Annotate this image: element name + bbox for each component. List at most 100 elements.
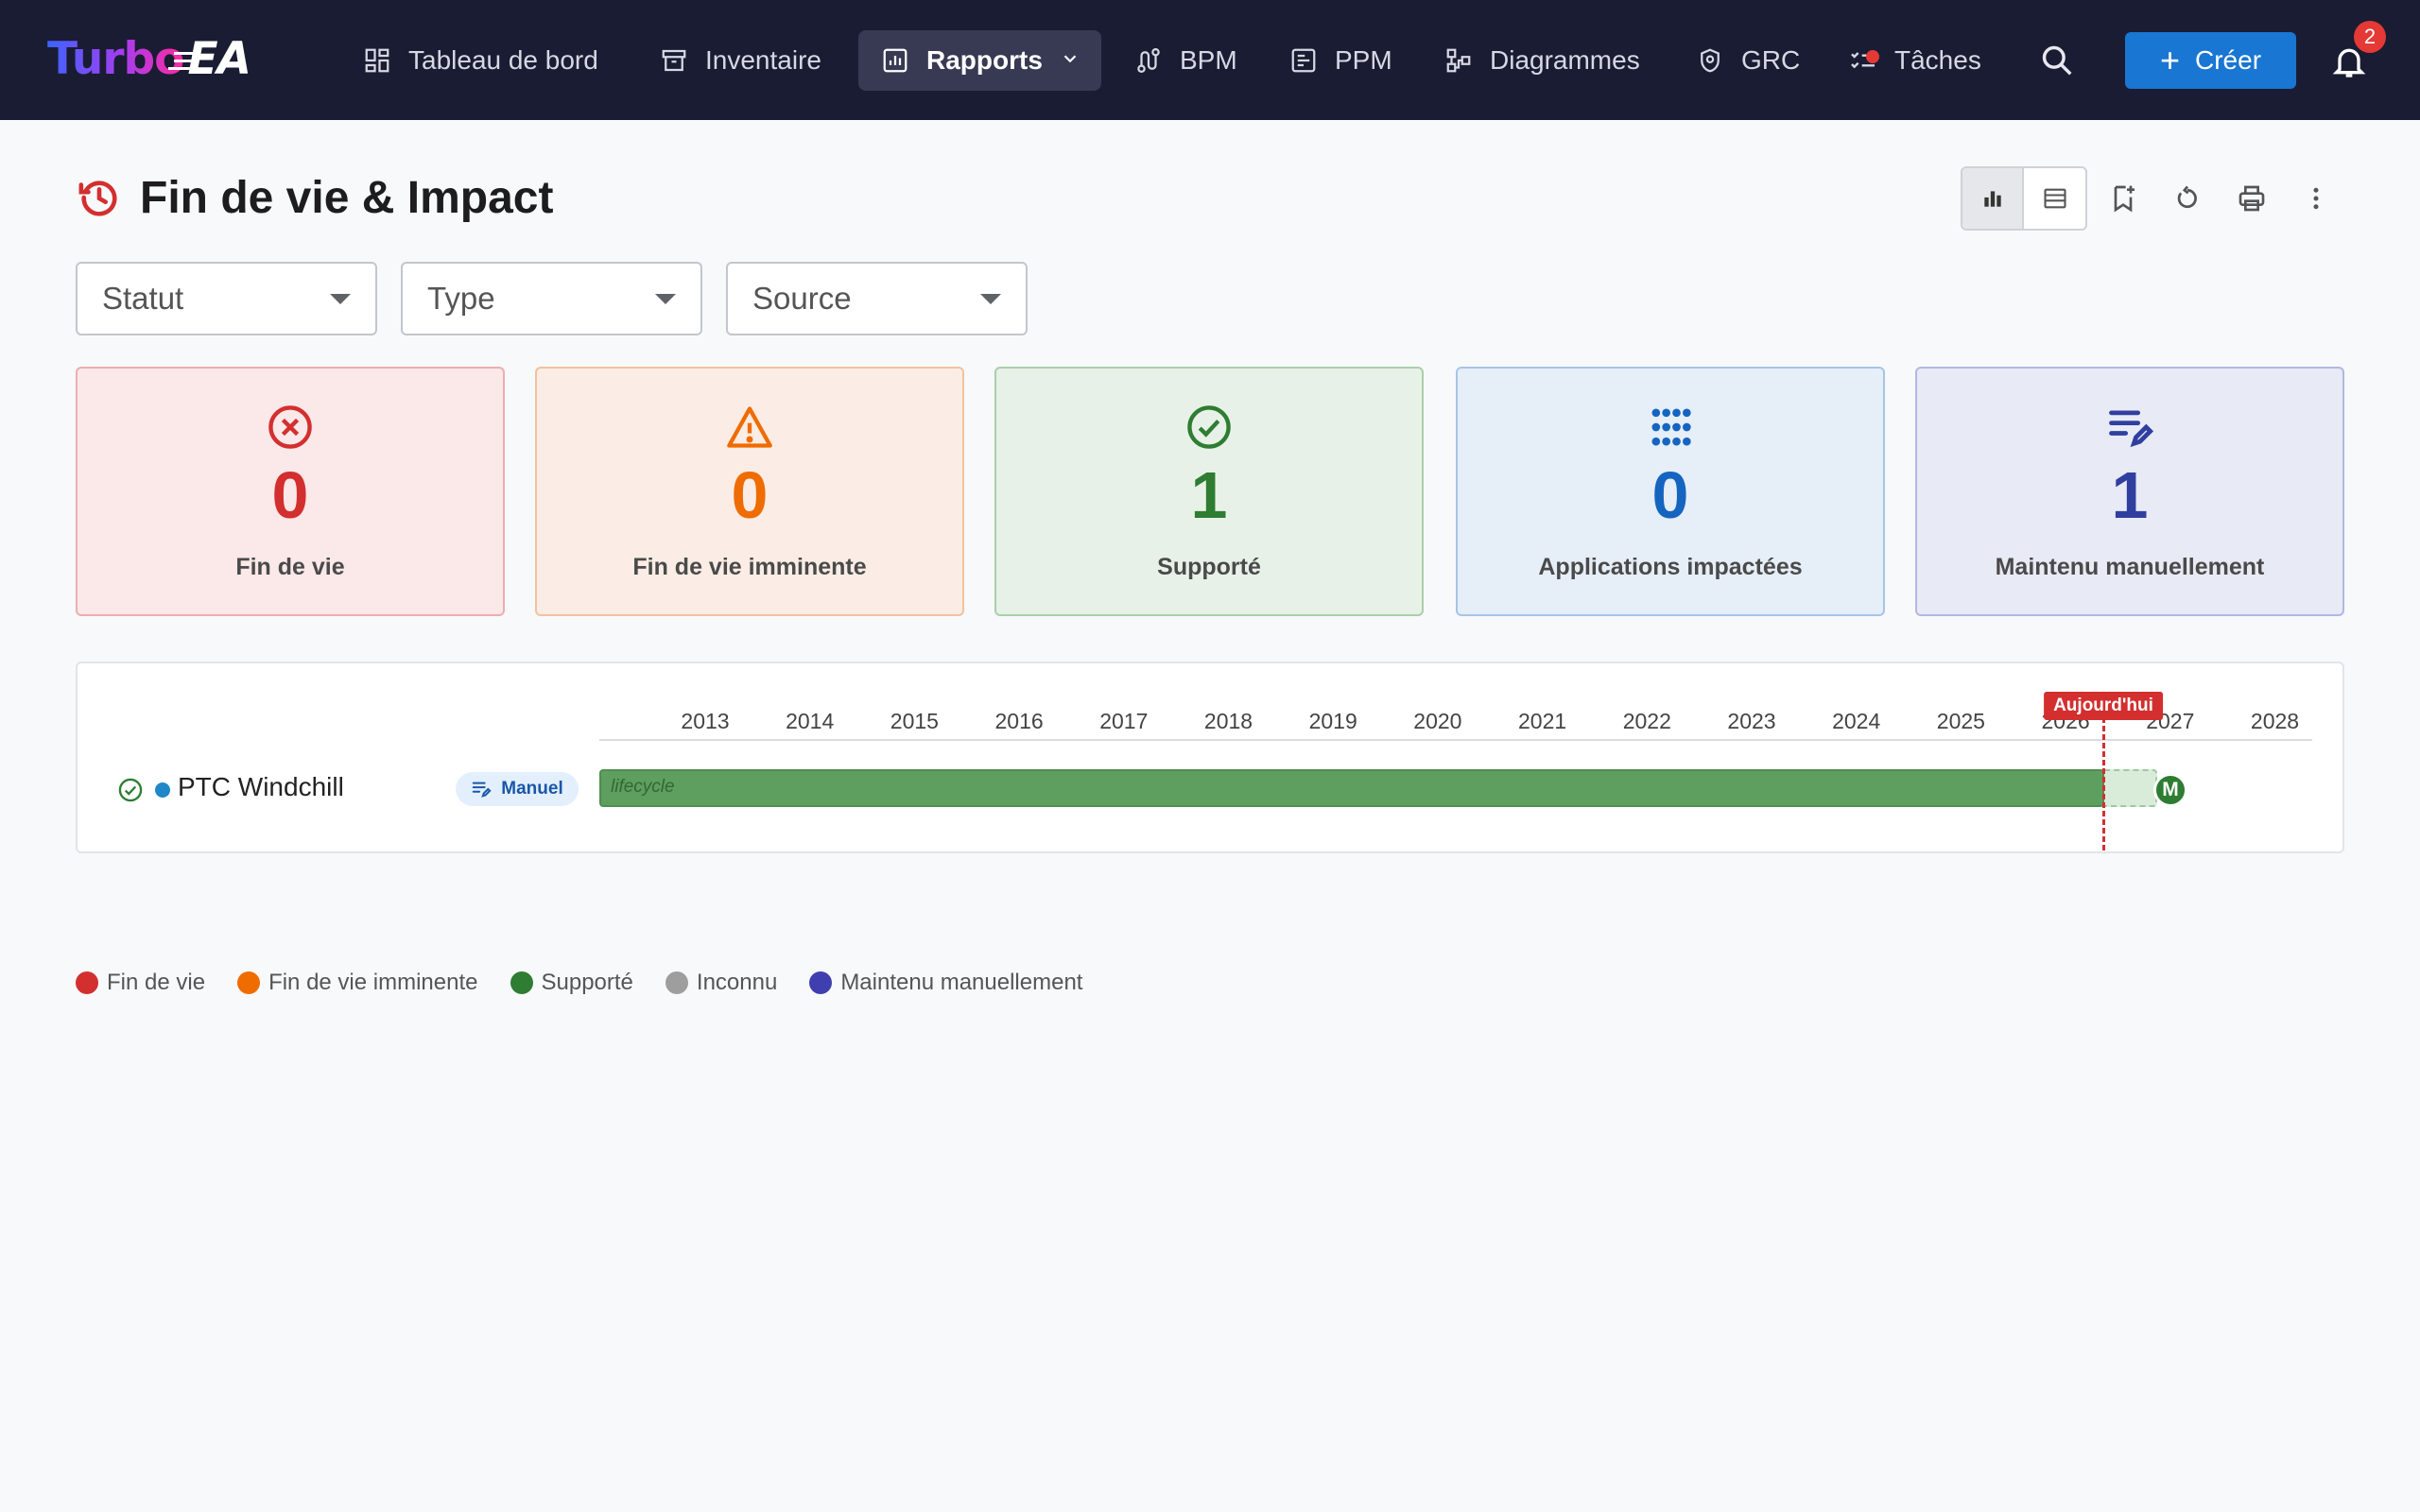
legend-item: Maintenu manuellement [809,970,1082,996]
kpi-card-fin-de-vie-imminente[interactable]: 0 Fin de vie imminente [535,367,964,616]
type-color-dot [155,782,170,798]
diagram-icon [1443,44,1475,77]
nav-item-bpm[interactable]: BPM [1132,30,1237,91]
year-tick-label: 2023 [1727,709,1776,733]
turbo-ea-logo[interactable]: Turbo EA [47,28,251,89]
search-button[interactable] [2037,41,2077,80]
logo-text-turbo: Turbo [47,32,184,85]
report-chart-icon [879,44,911,77]
dropdown-arrow-icon [655,294,676,304]
legend-swatch [237,971,261,994]
legend-item: Fin de vie imminente [237,970,478,996]
year-tick-label: 2024 [1832,709,1881,733]
legend-label: Maintenu manuellement [840,970,1083,995]
nav-item-diagrammes[interactable]: Diagrammes [1443,30,1640,91]
page-title: Fin de vie & Impact [140,173,554,223]
kpi-value: 0 [271,458,309,532]
task-indicator-dot [1866,50,1879,63]
create-button[interactable]: + Créer [2125,32,2296,89]
kpi-label: Maintenu manuellement [1995,554,2265,580]
check-circle-outline-icon [118,778,143,802]
chevron-down-icon [1060,45,1080,76]
nav-item-tableau-de-bord[interactable]: Tableau de bord [361,30,598,91]
nav-item-rapports[interactable]: Rapports [858,30,1101,91]
year-tick-label: 2019 [1308,709,1357,733]
nav-label: Inventaire [705,45,821,75]
nav-label: Diagrammes [1490,45,1640,75]
milestone-marker[interactable]: M [2153,773,2187,807]
kpi-card-fin-de-vie[interactable]: 0 Fin de vie [76,367,505,616]
kpi-label: Fin de vie imminente [632,554,867,580]
table-view-icon [2043,188,2066,209]
nav-item-ppm[interactable]: PPM [1288,30,1392,91]
legend-item: Supporté [510,970,633,996]
dashboard-icon [361,44,393,77]
kpi-label: Applications impactées [1538,554,1803,580]
table-view-button[interactable] [2024,168,2085,229]
notification-count-badge: 2 [2354,21,2386,53]
save-bookmark-button[interactable] [2100,176,2146,221]
filter-type-select[interactable]: Type [401,262,702,335]
kpi-value: 0 [731,458,769,532]
kpi-label: Fin de vie [235,554,345,580]
legend-swatch [76,971,98,994]
more-options-button[interactable] [2293,176,2339,221]
axis-line [599,739,2312,741]
bar-label: lifecycle [611,777,675,797]
filter-statut-select[interactable]: Statut [76,262,377,335]
kpi-value: 1 [2111,458,2149,532]
legend-swatch [809,971,833,994]
nav-item-grc[interactable]: GRC [1694,30,1800,91]
nav-item-inventaire[interactable]: Inventaire [658,30,821,91]
kpi-card-maintenu-manuellement[interactable]: 1 Maintenu manuellement [1915,367,2344,616]
create-button-label: Créer [2195,45,2262,75]
check-circle-icon [1187,405,1231,449]
legend-swatch [665,971,688,994]
filter-source-select[interactable]: Source [726,262,1028,335]
nav-label: BPM [1180,45,1237,75]
filter-label: Source [752,281,852,316]
kpi-value: 0 [1651,458,1689,532]
history-alert-icon [78,180,117,216]
nav-label: Tableau de bord [408,45,598,75]
kpi-card-applications-impactees[interactable]: 0 Applications impactées [1456,367,1885,616]
kpi-card-supporte[interactable]: 1 Supporté [994,367,1424,616]
nav-label: Rapports [926,45,1043,75]
lifecycle-bar[interactable]: lifecycle [599,769,2104,807]
manuel-chip: Manuel [456,772,579,806]
chip-label: Manuel [501,779,563,799]
lifecycle-timeline: 2013 2014 2015 2016 2017 2018 2019 2020 2021 2022… [76,662,2344,853]
more-vert-icon [2313,187,2319,210]
legend-label: Fin de vie imminente [268,970,478,995]
nav-item-taches[interactable]: Tâches [1847,30,1981,91]
nav-label: Tâches [1894,45,1981,75]
view-mode-toggle [1961,166,2087,231]
print-button[interactable] [2229,176,2274,221]
logo-text-ea: EA [174,32,251,85]
filter-label: Statut [102,281,184,316]
kpi-label: Supporté [1157,554,1261,580]
legend-label: Fin de vie [107,970,206,995]
chart-view-icon [1983,191,2001,207]
legend-item: Fin de vie [76,970,205,996]
shield-icon [1694,44,1726,77]
nav-label: PPM [1335,45,1392,75]
year-tick-label: 2014 [786,709,835,733]
year-tick-label: 2018 [1203,709,1253,733]
row-name[interactable]: PTC Windchill [178,772,344,802]
archive-icon [658,44,690,77]
year-tick-label: 2021 [1518,709,1567,733]
year-tick-label: 2013 [681,709,730,733]
year-tick-label: 2025 [1936,709,1985,733]
reset-button[interactable] [2165,176,2210,221]
bookmark-add-icon [2114,185,2135,213]
edit-note-icon [2109,410,2154,448]
process-icon [1132,44,1165,77]
tasks-icon [1847,44,1879,77]
chart-view-button[interactable] [1962,168,2024,229]
legend-label: Supporté [541,970,633,995]
project-icon [1288,44,1320,77]
plus-icon: + [2159,41,2180,79]
year-tick-label: 2020 [1413,709,1462,733]
legend-swatch [510,971,533,994]
